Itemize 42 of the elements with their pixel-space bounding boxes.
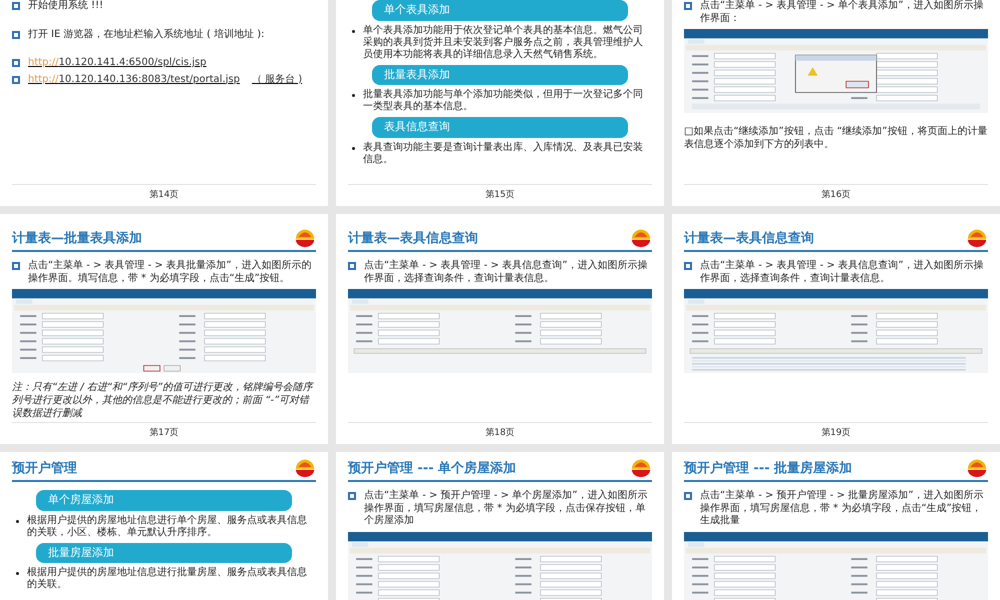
slide-title: 计量表—表具信息查询 xyxy=(684,231,814,248)
bullet-text: 批量表具添加功能与单个添加功能类似，但用于一次登记多个同一类型表具的基本信息。 xyxy=(363,89,644,113)
page-number: 第18页 xyxy=(485,426,515,440)
slide-title: 预开户管理 xyxy=(12,461,77,478)
page-number: 第17页 xyxy=(149,426,179,440)
bullet-square-icon xyxy=(12,2,20,10)
section-banner: 单个房屋添加 xyxy=(36,490,292,510)
remark-text: 注：只有“左进 / 右进“和“序列号”的值可进行更改，铭牌编号会随序列号进行更改以外，其他的信息是不能进行更改的；前面 “-”可对错误数据进行删减 xyxy=(12,381,315,420)
bullet-text: 表具查询功能主要是查询计量表出库、入库情况、及表具已安装信息。 xyxy=(363,142,644,166)
page-number: 第16页 xyxy=(821,188,851,202)
section-banner: 批量表具添加 xyxy=(372,64,628,85)
bullet-text: 点击“主菜单 - > 预开户管理 - > 单个房屋添加”，进入如图所示操作界面，填写房屋信息，带 * 为必填字段，点击保存按钮，单个房屋添加 xyxy=(364,490,648,528)
bullet-square-icon xyxy=(684,262,692,270)
bullet-text: 根据用户提供的房屋地址信息进行批量房屋、服务点或表具信息的关联。 xyxy=(27,567,308,591)
bullet-text: 点击“主菜单 - > 预开户管理 - > 批量房屋添加”，进入如图所示操作界面，填写房屋信息，带 * 为必填字段，点击“生成”按钮，生成批量 xyxy=(700,490,984,528)
slide-title: 预开户管理 --- 单个房屋添加 xyxy=(348,461,516,478)
bullet-square-icon xyxy=(684,492,692,500)
slide-title: 计量表—批量表具添加 xyxy=(12,231,142,248)
bullet-square-icon xyxy=(12,262,20,270)
bullet-square-icon xyxy=(684,2,692,10)
bullet-square-icon xyxy=(348,262,356,270)
section-banner: 表具信息查询 xyxy=(372,117,628,138)
slide-title: 计量表—表具信息查询 xyxy=(348,231,478,248)
bullet-square-icon xyxy=(12,76,20,84)
bullet-square-icon xyxy=(12,30,20,38)
bullet-text: 根据用户提供的房屋地址信息进行单个房屋、服务点或表具信息的关联，小区、楼栋、单元默认升序排序。 xyxy=(27,514,308,538)
section-banner: 单个表具添加 xyxy=(372,0,628,20)
page-number: 第15页 xyxy=(485,188,515,202)
address-link[interactable]: http://10.120.140.136:8083/test/portal.jsp （ 服务台 ) xyxy=(28,74,302,86)
bullet-text: 单个表具添加功能用于依次登记单个表具的基本信息。燃气公司采购的表具到货并且未安装到客户服务点之前，表具管理维护人员使用本功能将表具的详细信息录入天然气销售系统。 xyxy=(363,24,644,60)
paragraph-text: □如果点击“继续添加”按钮，点击 “继续添加”按钮，将页面上的计量表信息逐个添加到下方的列表中。 xyxy=(684,125,988,151)
page-number: 第14页 xyxy=(149,188,179,202)
address-link[interactable]: http://10.120.141.4:6500/spl/cis.jsp xyxy=(28,57,206,70)
bullet-text: 点击“主菜单 - > 表具管理 - > 表具信息查询”，进入如图所示操作界面，选择查询条件，查询计量表信息。 xyxy=(700,260,984,285)
bullet-square-icon xyxy=(348,492,356,500)
bullet-text: 点击“主菜单 - > 表具管理 - > 表具信息查询”，进入如图所示操作界面，选择查询条件，查询计量表信息。 xyxy=(364,260,648,285)
section-banner: 批量房屋添加 xyxy=(36,542,292,563)
page-number: 第19页 xyxy=(821,426,851,440)
bullet-text: 打开 IE 游览器，在地址栏输入系统地址 ( 培训地址 ): xyxy=(28,28,264,41)
bullet-square-icon xyxy=(12,59,20,67)
bullet-text: 点击“主菜单 - > 表具管理 - > 表具批量添加”，进入如图所示的操作界面。填写信息，带 * 为必填字段，点击“生成”按钮。 xyxy=(28,260,312,285)
slide-title: 预开户管理 --- 批量房屋添加 xyxy=(684,461,852,478)
